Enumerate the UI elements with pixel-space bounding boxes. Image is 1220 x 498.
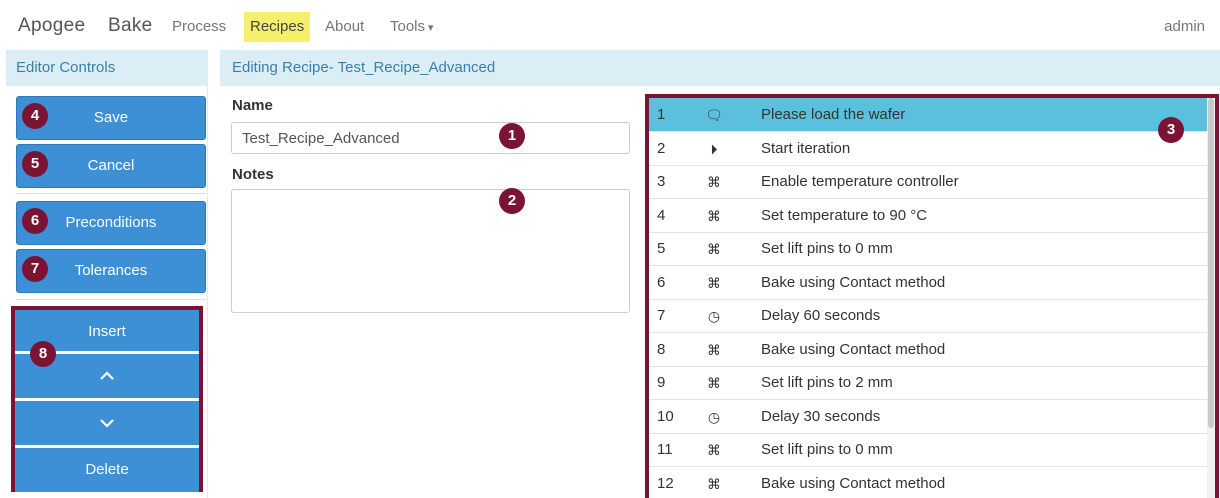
recipe-steps-list: 1 🗨 Please load the wafer 2 ⏵ Start iteration… [645,94,1219,498]
nav-about[interactable]: About [321,12,368,42]
nav-tools-label: Tools [390,18,426,35]
step-row[interactable]: 10 ◷ Delay 30 seconds [649,400,1209,434]
step-description: Set lift pins to 0 mm [761,441,893,458]
step-number: 8 [657,340,666,358]
step-number: 12 [657,474,674,492]
notes-label: Notes [232,166,274,183]
callout-badge-6: 6 [22,208,48,234]
clock-icon: ◷ [707,308,721,324]
command-icon: ⌘ [707,274,721,291]
command-icon: ⌘ [707,174,721,190]
callout-badge-3: 3 [1158,117,1184,143]
delete-button[interactable]: Delete [15,448,199,492]
command-icon: ⌘ [707,475,721,492]
step-row[interactable]: 7 ◷ Delay 60 seconds [649,299,1209,333]
step-description: Set lift pins to 0 mm [761,240,893,257]
brand-apogee[interactable]: Apogee [18,15,85,37]
step-row[interactable]: 8 ⌘ Bake using Contact method [649,333,1209,367]
step-description: Delay 60 seconds [761,307,881,324]
command-icon: ⌘ [707,442,721,458]
nav-tools-dropdown[interactable]: Tools ▾ [386,12,438,42]
step-row[interactable]: 1 🗨 Please load the wafer [649,98,1209,132]
step-number: 10 [657,407,674,425]
comment-icon: 🗨 [705,107,723,123]
step-move-controls: Insert Delete [11,306,203,492]
command-icon: ⌘ [707,207,721,224]
step-number: 6 [657,273,666,291]
callout-badge-2: 2 [499,188,525,214]
step-number: 4 [657,206,666,224]
step-row[interactable]: 5 ⌘ Set lift pins to 0 mm [649,232,1209,266]
editing-recipe-header: Editing Recipe- Test_Recipe_Advanced [220,50,1220,86]
step-row[interactable]: 9 ⌘ Set lift pins to 2 mm [649,366,1209,400]
name-label: Name [232,97,273,114]
nav-recipes[interactable]: Recipes [244,12,311,42]
top-navbar: Apogee Bake Process Recipes About Tools ▾… [0,0,1220,54]
user-menu[interactable]: admin [1164,12,1205,42]
step-row[interactable]: 6 ⌘ Bake using Contact method [649,266,1209,300]
command-icon: ⌘ [707,241,721,257]
divider [16,299,206,300]
step-row[interactable]: 11 ⌘ Set lift pins to 0 mm [649,433,1209,467]
chevron-down-icon [100,419,114,428]
step-number: 7 [657,307,666,324]
divider [16,193,206,194]
step-row[interactable]: 4 ⌘ Set temperature to 90 °C [649,199,1209,233]
callout-badge-1: 1 [499,123,525,149]
step-number: 1 [657,106,666,123]
clock-icon: ◷ [707,408,721,425]
scrollbar-thumb[interactable] [1208,98,1214,428]
command-icon: ⌘ [707,341,721,358]
step-number: 3 [657,173,666,190]
step-number: 5 [657,240,666,257]
step-description: Please load the wafer [761,106,906,123]
callout-badge-8: 8 [30,341,56,367]
steps-scrollbar[interactable] [1207,98,1215,498]
play-circle-icon: ⏵ [710,140,718,157]
step-description: Enable temperature controller [761,173,959,190]
step-row[interactable]: 12 ⌘ Bake using Contact method [649,467,1209,498]
move-down-button[interactable] [15,401,199,445]
step-description: Bake using Contact method [761,273,946,291]
callout-badge-5: 5 [22,151,48,177]
recipe-name-input[interactable] [231,122,630,154]
step-row[interactable]: 3 ⌘ Enable temperature controller [649,165,1209,199]
step-description: Bake using Contact method [761,474,946,492]
brand-bake[interactable]: Bake [108,15,153,37]
step-description: Set temperature to 90 °C [761,206,928,224]
step-number: 11 [657,441,673,458]
step-number: 2 [657,139,666,157]
step-number: 9 [657,374,666,391]
caret-down-icon: ▾ [428,22,434,34]
step-description: Set lift pins to 2 mm [761,374,893,391]
chevron-up-icon [100,371,114,380]
nav-process[interactable]: Process [168,12,230,42]
callout-badge-7: 7 [22,256,48,282]
callout-badge-4: 4 [22,103,48,129]
editor-controls-header: Editor Controls [6,50,208,86]
recipe-notes-input[interactable] [231,189,630,313]
step-row[interactable]: 2 ⏵ Start iteration [649,132,1209,166]
step-description: Start iteration [761,139,851,157]
step-description: Bake using Contact method [761,340,946,358]
command-icon: ⌘ [707,375,721,391]
step-description: Delay 30 seconds [761,407,881,425]
